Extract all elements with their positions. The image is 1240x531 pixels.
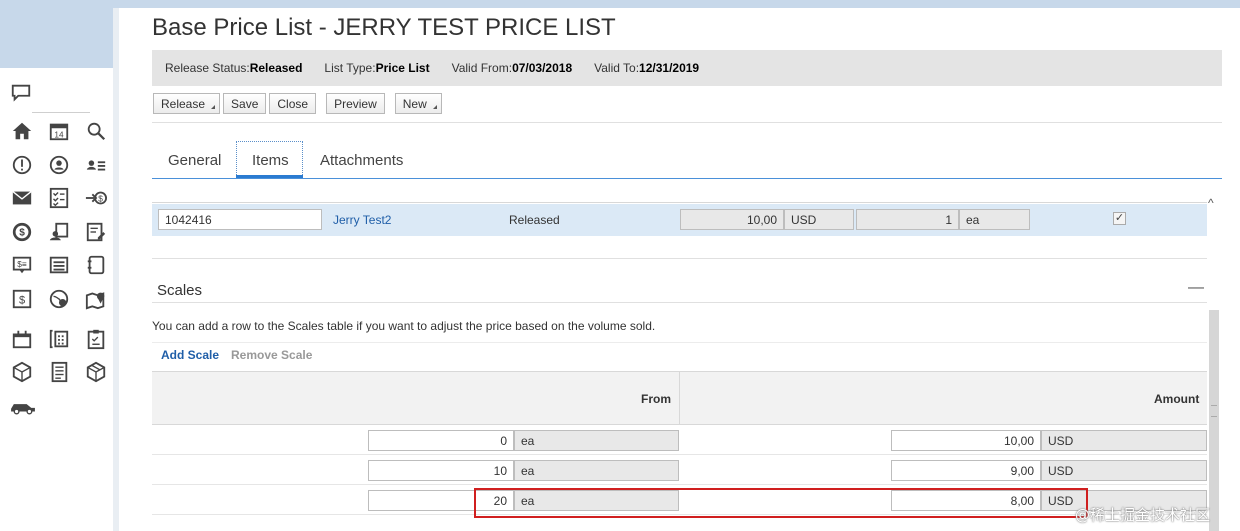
add-scale-button[interactable]: Add Scale <box>161 348 219 362</box>
close-button[interactable]: Close <box>269 93 317 114</box>
checklist-icon[interactable] <box>47 186 71 210</box>
list-type-value: Price List <box>375 61 430 75</box>
header-info-bar: Release Status:Released List Type:Price … <box>152 50 1222 86</box>
svg-text:$: $ <box>19 295 25 307</box>
scale-amount-field[interactable]: 9,00 <box>891 460 1041 481</box>
package-icon[interactable] <box>84 360 108 384</box>
calculator-icon[interactable] <box>47 327 71 351</box>
calendar-icon[interactable]: 14 <box>47 119 71 143</box>
document-icon[interactable] <box>47 360 71 384</box>
collapse-icon[interactable]: — <box>1188 279 1204 297</box>
watermark: @稀土掘金技术社区 <box>1075 506 1211 524</box>
col-from-header[interactable]: From <box>641 392 671 406</box>
search-icon[interactable] <box>84 119 108 143</box>
tab-items[interactable]: Items <box>252 152 289 169</box>
table-row: 0 ea 10,00 USD <box>152 425 1207 455</box>
scales-divider <box>152 342 1207 343</box>
money-arrow-icon[interactable]: $ <box>84 186 108 210</box>
car-icon[interactable] <box>8 394 38 418</box>
contacts-list-icon[interactable] <box>84 153 108 177</box>
product-id-field[interactable]: 1042416 <box>158 209 322 230</box>
team-card-icon[interactable] <box>47 220 71 244</box>
sidebar-header <box>0 0 113 68</box>
list-type: List Type:Price List <box>324 61 429 75</box>
svg-text:$: $ <box>19 228 25 239</box>
sidebar-gutter <box>113 8 119 531</box>
release-status-value: Released <box>249 61 303 75</box>
map-pin-icon[interactable] <box>84 287 108 311</box>
valid-from-label: Valid From: <box>451 61 513 75</box>
remove-scale-button: Remove Scale <box>231 348 313 362</box>
scales-hint: You can add a row to the Scales table if… <box>152 319 656 333</box>
chat-bubble-icon[interactable] <box>9 81 33 105</box>
price-currency-field: USD <box>784 209 854 230</box>
top-strip <box>0 0 1240 8</box>
table-row: 10 ea 9,00 USD <box>152 455 1207 485</box>
table-row[interactable]: 1042416 Jerry Test2 Released 10,00 USD 1… <box>152 204 1207 236</box>
clipboard-icon[interactable] <box>84 327 108 351</box>
svg-text:$≡: $≡ <box>17 260 27 269</box>
svg-text:$: $ <box>98 195 103 204</box>
quantity-unit-field: ea <box>959 209 1030 230</box>
alert-icon[interactable] <box>10 153 34 177</box>
scroll-up-icon[interactable]: ^ <box>1208 196 1214 210</box>
toolbar: Release Save Close Preview New <box>153 93 442 115</box>
scrollbar-grip[interactable] <box>1211 405 1217 417</box>
scales-table-header: From Amount <box>152 371 1207 425</box>
save-button[interactable]: Save <box>223 93 267 114</box>
tab-bar-line <box>152 178 1222 179</box>
list-type-label: List Type: <box>324 61 376 75</box>
items-table: 1042416 Jerry Test2 Released 10,00 USD 1… <box>152 190 1207 259</box>
list-icon[interactable] <box>47 253 71 277</box>
valid-from: Valid From:07/03/2018 <box>452 61 573 75</box>
vertical-scrollbar[interactable] <box>1209 310 1219 531</box>
box-icon[interactable] <box>10 360 34 384</box>
price-field: 10,00 <box>680 209 784 230</box>
notebook-icon[interactable] <box>84 253 108 277</box>
toolbar-separator <box>319 93 323 115</box>
release-button[interactable]: Release <box>153 93 221 114</box>
product-description-link[interactable]: Jerry Test2 <box>333 213 391 227</box>
svg-text:14: 14 <box>54 130 64 139</box>
mail-icon[interactable] <box>10 186 34 210</box>
items-table-header <box>152 190 1207 203</box>
scale-amount-field[interactable]: 10,00 <box>891 430 1041 451</box>
scale-amount-currency: USD <box>1041 430 1207 451</box>
release-status-label: Release Status: <box>165 61 250 75</box>
person-circle-icon[interactable] <box>47 153 71 177</box>
scale-from-field[interactable]: 10 <box>368 460 514 481</box>
item-status: Released <box>509 213 560 227</box>
dollar-circle-icon[interactable]: $ <box>10 220 34 244</box>
toolbar-separator <box>388 93 392 115</box>
item-checkbox[interactable]: ✓ <box>1113 212 1126 225</box>
scales-title: Scales <box>157 282 203 299</box>
sidebar-divider <box>32 112 90 113</box>
globe-money-icon[interactable] <box>47 287 71 311</box>
price-tag-icon[interactable]: $≡ <box>10 253 34 277</box>
toolbar-divider <box>152 122 1222 123</box>
annotation-highlight-box <box>474 488 1088 518</box>
scale-from-unit: ea <box>514 430 679 451</box>
valid-from-value: 07/03/2018 <box>512 61 573 75</box>
tab-attachments[interactable]: Attachments <box>320 152 403 169</box>
quantity-field: 1 <box>856 209 959 230</box>
page-title: Base Price List - JERRY TEST PRICE LIST <box>152 14 616 41</box>
scale-amount-currency: USD <box>1041 460 1207 481</box>
column-separator <box>679 372 680 425</box>
release-status: Release Status:Released <box>165 61 302 75</box>
edit-doc-icon[interactable] <box>84 220 108 244</box>
col-amount-header[interactable]: Amount <box>1154 392 1199 406</box>
home-icon[interactable] <box>10 119 34 143</box>
tab-general[interactable]: General <box>168 152 221 169</box>
scale-from-field[interactable]: 0 <box>368 430 514 451</box>
preview-button[interactable]: Preview <box>326 93 385 114</box>
valid-to-label: Valid To: <box>594 61 640 75</box>
dollar-doc-icon[interactable]: $ <box>10 287 34 311</box>
scale-from-unit: ea <box>514 460 679 481</box>
briefcase-icon[interactable] <box>10 327 34 351</box>
valid-to: Valid To:12/31/2019 <box>594 61 699 75</box>
new-button[interactable]: New <box>394 93 442 114</box>
valid-to-value: 12/31/2019 <box>639 61 700 75</box>
scales-divider <box>152 302 1207 303</box>
